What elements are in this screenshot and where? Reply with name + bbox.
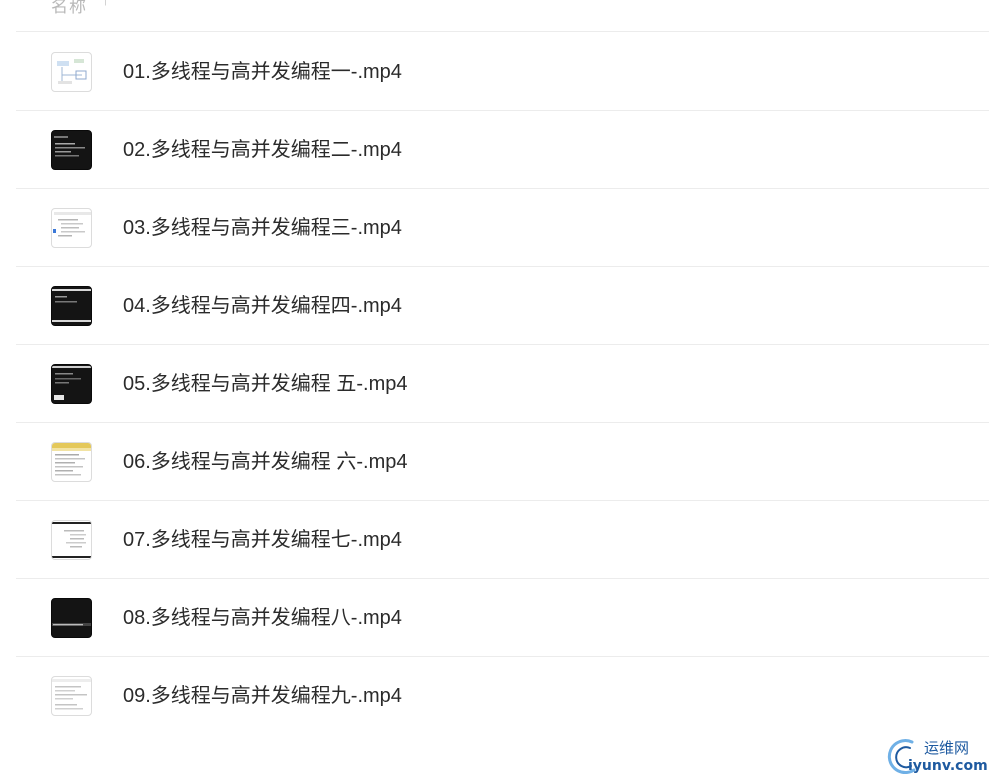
video-thumbnail (51, 442, 92, 482)
video-thumbnail (51, 52, 92, 92)
arrow-up-icon[interactable]: ↑ (102, 0, 109, 8)
file-list-header: 名称 ↑ (16, 0, 989, 32)
file-row[interactable]: 04.多线程与高并发编程四-.mp4 (16, 267, 989, 345)
file-list: 01.多线程与高并发编程一-.mp4 02.多线程与高并发编程二-.mp4 03… (16, 33, 989, 735)
video-thumbnail (51, 520, 92, 560)
video-thumbnail (51, 286, 92, 326)
watermark-url: iyunv.com (908, 758, 988, 774)
file-name: 08.多线程与高并发编程八-.mp4 (123, 607, 402, 629)
file-row[interactable]: 08.多线程与高并发编程八-.mp4 (16, 579, 989, 657)
file-row[interactable]: 07.多线程与高并发编程七-.mp4 (16, 501, 989, 579)
file-name: 07.多线程与高并发编程七-.mp4 (123, 529, 402, 551)
file-name: 05.多线程与高并发编程 五-.mp4 (123, 373, 408, 395)
file-name: 09.多线程与高并发编程九-.mp4 (123, 685, 402, 707)
file-row[interactable]: 01.多线程与高并发编程一-.mp4 (16, 33, 989, 111)
video-thumbnail (51, 130, 92, 170)
watermark-text: 运维网 (924, 739, 970, 757)
video-thumbnail (51, 208, 92, 248)
file-row[interactable]: 05.多线程与高并发编程 五-.mp4 (16, 345, 989, 423)
site-watermark: 运维网 iyunv.com (884, 736, 988, 778)
file-row[interactable]: 09.多线程与高并发编程九-.mp4 (16, 657, 989, 735)
file-row[interactable]: 06.多线程与高并发编程 六-.mp4 (16, 423, 989, 501)
file-name: 02.多线程与高并发编程二-.mp4 (123, 139, 402, 161)
file-name: 01.多线程与高并发编程一-.mp4 (123, 61, 402, 83)
name-column-header[interactable]: 名称 (51, 0, 87, 17)
file-name: 03.多线程与高并发编程三-.mp4 (123, 217, 402, 239)
video-thumbnail (51, 676, 92, 716)
video-thumbnail (51, 598, 92, 638)
file-row[interactable]: 03.多线程与高并发编程三-.mp4 (16, 189, 989, 267)
file-row[interactable]: 02.多线程与高并发编程二-.mp4 (16, 111, 989, 189)
file-name: 06.多线程与高并发编程 六-.mp4 (123, 451, 408, 473)
file-name: 04.多线程与高并发编程四-.mp4 (123, 295, 402, 317)
video-thumbnail (51, 364, 92, 404)
